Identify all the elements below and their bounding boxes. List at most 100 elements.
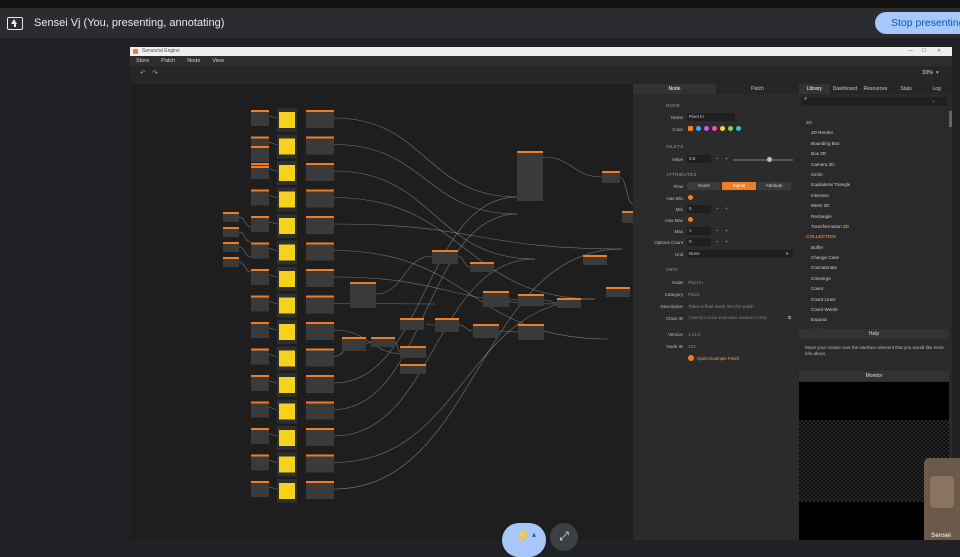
node-header[interactable] xyxy=(400,364,426,366)
tab-library[interactable]: Library xyxy=(799,84,830,94)
zoom-level[interactable]: 33% xyxy=(922,70,933,76)
patch-node[interactable] xyxy=(518,324,544,340)
close-icon[interactable]: ✕ xyxy=(937,47,941,56)
node-header[interactable] xyxy=(306,136,334,139)
pixel-in-node[interactable] xyxy=(251,454,269,471)
tab-dashboard[interactable]: Dashboard xyxy=(829,84,861,94)
yellow-value-node[interactable] xyxy=(279,350,295,367)
options-count-field[interactable]: 0 xyxy=(687,238,711,246)
pixel-in-node[interactable] xyxy=(251,348,269,365)
zoom-dropdown-icon[interactable]: ▾ xyxy=(936,70,939,76)
yellow-value-node[interactable] xyxy=(279,138,295,155)
patch-node[interactable] xyxy=(306,428,334,446)
node-header[interactable] xyxy=(306,401,334,404)
node-header[interactable] xyxy=(306,428,334,430)
options-count-increment[interactable]: + xyxy=(725,239,728,244)
node-header[interactable] xyxy=(306,454,334,457)
tab-resources[interactable]: Resources xyxy=(860,84,891,94)
node-header[interactable] xyxy=(251,216,269,218)
node-header[interactable] xyxy=(251,166,269,168)
node-header[interactable] xyxy=(342,337,366,339)
library-item[interactable]: Count Lines xyxy=(799,295,949,305)
patch-node[interactable] xyxy=(306,189,334,208)
node-header[interactable] xyxy=(306,216,334,218)
node-header[interactable] xyxy=(400,318,424,320)
min-increment[interactable]: + xyxy=(725,206,728,211)
node-header[interactable] xyxy=(251,163,269,165)
yellow-value-node[interactable] xyxy=(279,191,295,208)
yellow-value-node[interactable] xyxy=(279,218,295,234)
library-item[interactable]: Equilateral Triangle xyxy=(799,180,949,190)
yellow-value-node[interactable] xyxy=(279,430,295,446)
node-header[interactable] xyxy=(306,110,334,112)
node-header[interactable] xyxy=(432,250,458,252)
patch-node[interactable] xyxy=(350,282,376,308)
pixel-in-node[interactable] xyxy=(251,269,269,285)
undo-icon[interactable]: ↶ xyxy=(140,69,146,77)
menu-patch[interactable]: Patch xyxy=(155,56,181,66)
color-swatch-3[interactable] xyxy=(704,125,709,131)
pixel-in-node[interactable] xyxy=(251,110,269,126)
node-header[interactable] xyxy=(306,269,334,271)
node-header[interactable] xyxy=(483,291,509,293)
node-header[interactable] xyxy=(223,257,239,259)
node-header[interactable] xyxy=(251,401,269,404)
flow-option-signal[interactable]: Signal xyxy=(722,182,756,190)
patch-node[interactable] xyxy=(306,295,334,314)
node-header[interactable] xyxy=(583,255,607,257)
node-header[interactable] xyxy=(306,481,334,483)
menu-node[interactable]: Node xyxy=(181,56,206,66)
patch-node[interactable] xyxy=(483,291,509,307)
node-header[interactable] xyxy=(223,242,239,244)
yellow-value-node[interactable] xyxy=(279,271,295,287)
library-item[interactable]: Box 2D xyxy=(799,149,949,159)
node-header[interactable] xyxy=(306,189,334,192)
open-example-patch-link[interactable]: Open Example Patch xyxy=(697,356,740,361)
patch-node[interactable] xyxy=(306,163,334,181)
patch-node[interactable] xyxy=(306,216,334,234)
max-decrement[interactable]: − xyxy=(716,228,719,233)
node-header[interactable] xyxy=(470,262,494,264)
library-item[interactable]: Count xyxy=(799,284,949,294)
node-header[interactable] xyxy=(251,136,269,139)
color-swatch-2[interactable] xyxy=(696,125,701,131)
node-header[interactable] xyxy=(517,151,543,153)
node-header[interactable] xyxy=(251,189,269,192)
node-header[interactable] xyxy=(306,348,334,351)
node-header[interactable] xyxy=(223,212,239,214)
yellow-value-node[interactable] xyxy=(279,244,295,261)
library-item[interactable]: Bounding Box xyxy=(799,139,949,149)
value-increment[interactable]: + xyxy=(725,156,728,161)
patch-node[interactable] xyxy=(306,348,334,367)
node-header[interactable] xyxy=(251,295,269,298)
node-header[interactable] xyxy=(251,322,269,324)
patch-canvas[interactable] xyxy=(130,84,633,540)
patch-node[interactable] xyxy=(306,269,334,287)
tab-log[interactable]: Log xyxy=(921,84,952,94)
patch-node[interactable] xyxy=(473,324,499,338)
pixel-in-node[interactable] xyxy=(251,428,269,444)
annotate-button[interactable]: ⚡ ▴ xyxy=(502,523,546,557)
node-header[interactable] xyxy=(371,337,395,339)
node-header[interactable] xyxy=(306,322,334,324)
library-item[interactable]: Change Case xyxy=(799,253,949,263)
pixel-in-node[interactable] xyxy=(251,216,269,232)
value-slider-knob[interactable] xyxy=(766,156,772,162)
color-swatch-5[interactable] xyxy=(720,125,725,131)
pixel-in-node[interactable] xyxy=(251,375,269,391)
patch-node[interactable] xyxy=(435,318,459,332)
value-decrement[interactable]: − xyxy=(716,156,719,161)
library-item[interactable]: Transformation 2D xyxy=(799,222,949,232)
pixel-in-node[interactable] xyxy=(251,401,269,418)
library-item[interactable]: Count Words xyxy=(799,305,949,315)
name-field[interactable]: Pixel In xyxy=(687,113,735,121)
yellow-value-node[interactable] xyxy=(279,324,295,340)
flow-option-event[interactable]: Event xyxy=(687,182,721,190)
yellow-value-node[interactable] xyxy=(279,165,295,181)
node-header[interactable] xyxy=(400,346,426,348)
patch-node[interactable] xyxy=(306,401,334,420)
min-field[interactable]: 0 xyxy=(687,205,711,213)
library-item[interactable]: Buffer xyxy=(799,243,949,253)
options-count-decrement[interactable]: − xyxy=(716,239,719,244)
menu-view[interactable]: View xyxy=(206,56,230,66)
